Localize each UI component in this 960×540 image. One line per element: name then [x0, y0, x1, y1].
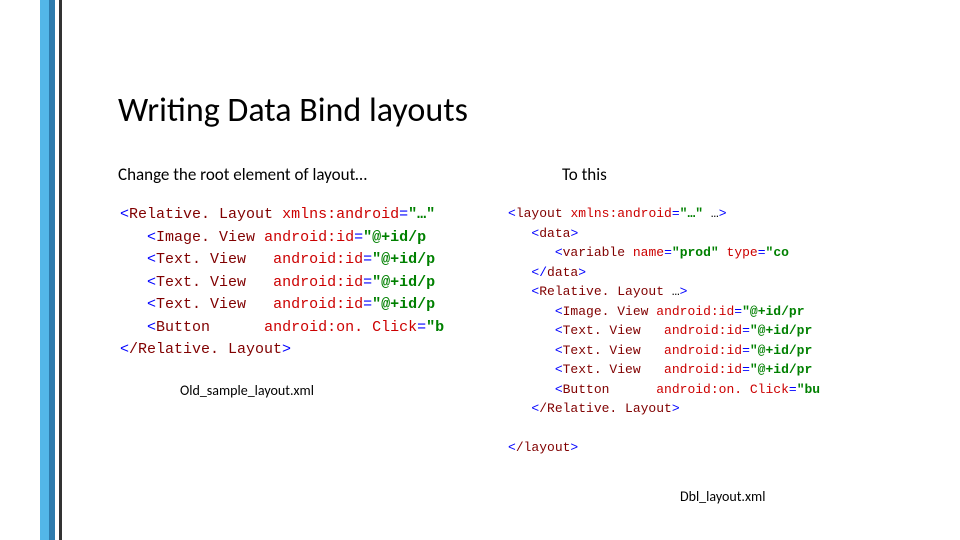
code-databind-layout: <layout xmlns:android="…" …> <data> <var… — [506, 200, 934, 460]
caption-new-layout: Dbl_layout.xml — [680, 488, 765, 505]
slide-title: Writing Data Bind layouts — [118, 90, 468, 131]
slide-accent-stripe — [40, 0, 62, 540]
caption-old-layout: Old_sample_layout.xml — [180, 382, 314, 399]
subheading-right: To this — [562, 164, 607, 185]
subheading-left: Change the root element of layout… — [118, 164, 367, 185]
code-old-layout: <Relative. Layout xmlns:android="…" <Ima… — [118, 200, 508, 370]
